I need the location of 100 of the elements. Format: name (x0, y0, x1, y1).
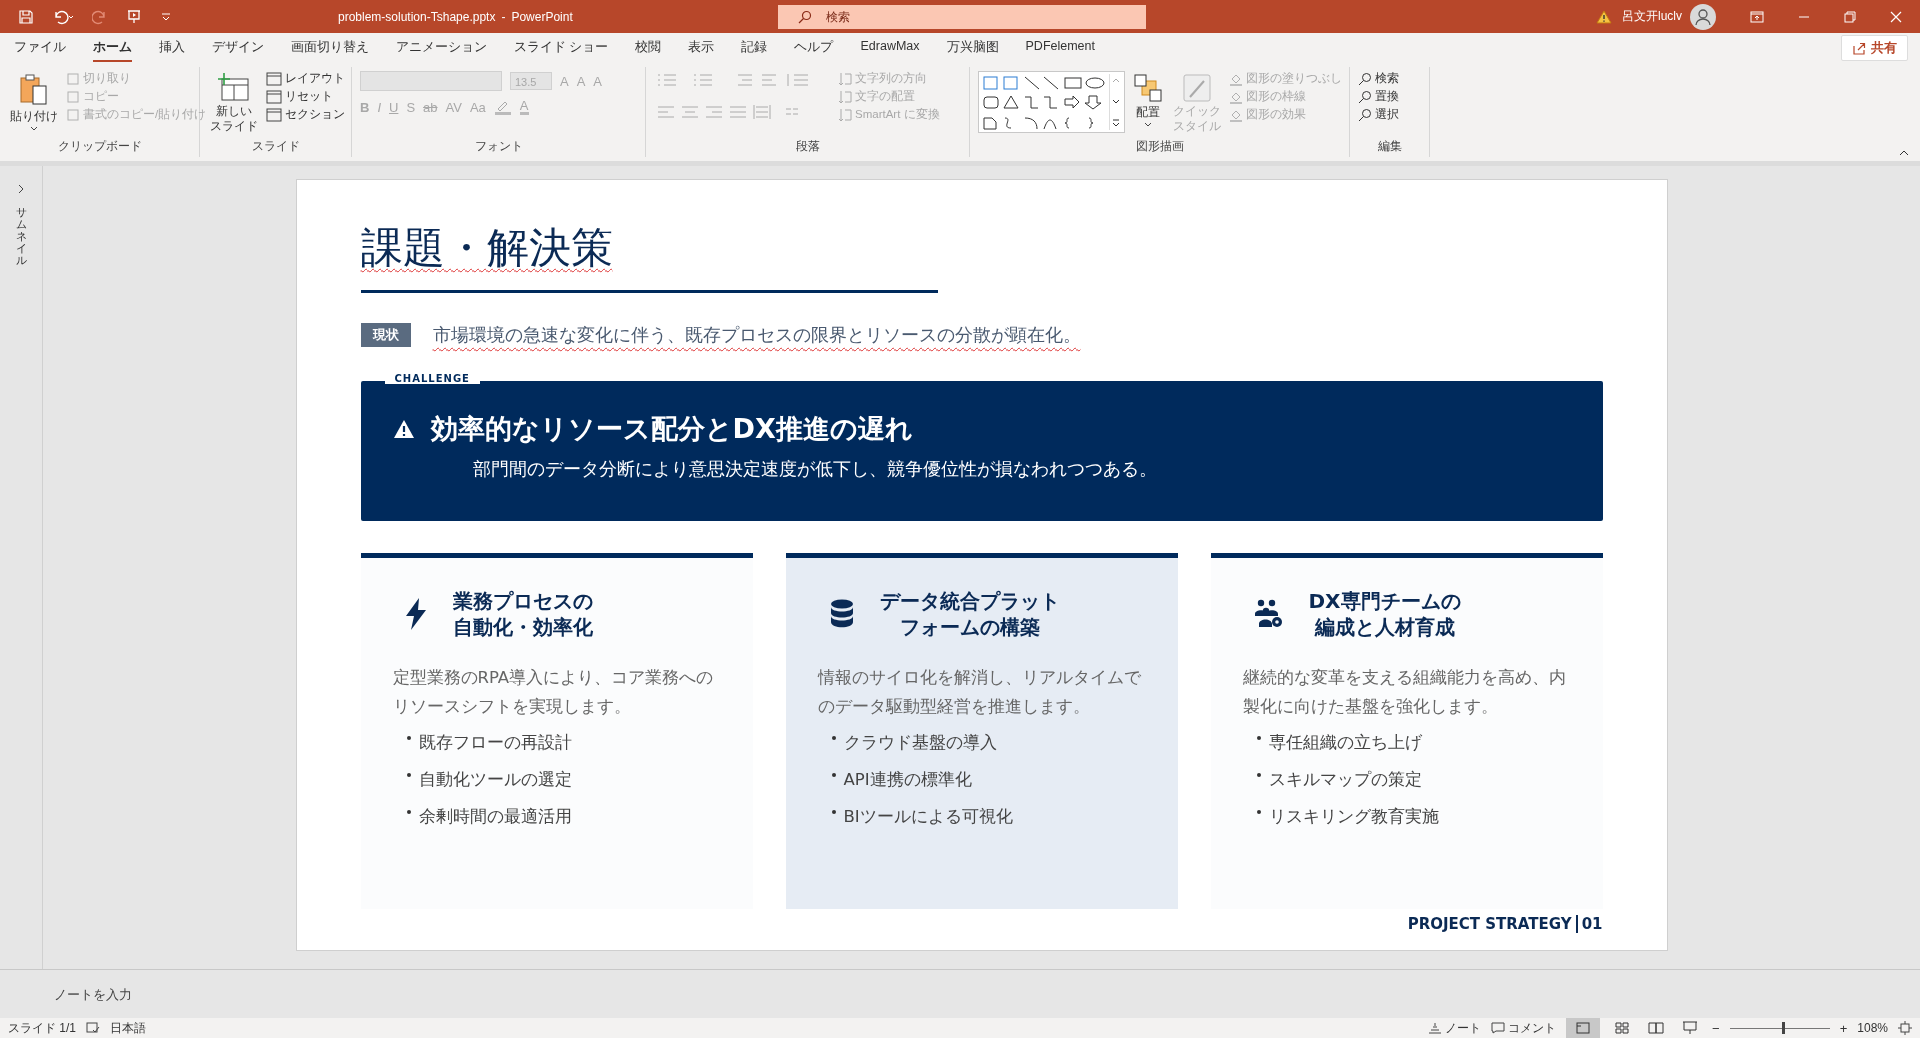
ribbon-tab[interactable]: 万兴脑图 (946, 34, 999, 62)
notes-field[interactable]: ノートを入力 (52, 985, 456, 1003)
ribbon-command[interactable]: 置換 (1358, 89, 1421, 104)
warning-icon (392, 419, 415, 439)
collapse-ribbon-icon[interactable] (1898, 149, 1910, 157)
bullet-text: クラウド基盤の導入 (843, 731, 997, 754)
ribbon-tab[interactable]: 画面切り替え (291, 34, 369, 62)
zoom-in-button[interactable]: + (1839, 1020, 1848, 1036)
group-label: クリップボード (56, 138, 143, 155)
bullet-icon (831, 772, 836, 777)
comment-icon (1491, 1022, 1506, 1034)
group-label: 図形描画 (1134, 138, 1185, 155)
command-icon (66, 71, 80, 86)
challenge-tag: CHALLENGE (384, 373, 480, 384)
customize-icon[interactable] (160, 10, 172, 23)
ribbon-command[interactable]: レイアウト (266, 71, 345, 86)
ribbon-command[interactable]: セクション (266, 107, 345, 122)
status-tag: 現状 (360, 323, 411, 347)
comments-button[interactable]: コメント (1491, 1019, 1557, 1037)
ribbon-tab[interactable]: デザイン (212, 34, 264, 62)
group-label: スライド (250, 138, 301, 155)
text-direction-icon (838, 107, 852, 122)
ribbon-tab[interactable]: 校閲 (635, 34, 662, 62)
avatar-icon[interactable] (1690, 3, 1716, 30)
shape-gallery[interactable] (978, 71, 1125, 133)
bullet-icon (1256, 735, 1261, 740)
zoom-out-button[interactable]: − (1712, 1020, 1720, 1036)
ribbon-tab[interactable]: スライド ショー (514, 34, 609, 62)
ribbon-tab[interactable]: EdrawMax (860, 34, 920, 62)
share-icon (1852, 41, 1866, 55)
thumbnail-label[interactable]: サムネイル (15, 206, 27, 267)
expand-icon[interactable] (17, 184, 25, 194)
bullet-text: 専任組織の立ち上げ (1268, 731, 1422, 754)
search-icon (1358, 107, 1372, 122)
challenge-text: 部門間のデータ分断により意思決定速度が低下し、競争優位性が損なわれつつある。 (472, 457, 1158, 481)
bullet-text: スキルマップの策定 (1268, 768, 1422, 791)
arrange-icon (1133, 73, 1163, 103)
bullet-text: 余剰時間の最適活用 (418, 805, 572, 828)
ribbon-tab[interactable]: 挿入 (159, 34, 185, 62)
search-icon (798, 9, 812, 24)
clipboard-icon (18, 73, 50, 107)
ribbon-display-icon[interactable] (1750, 10, 1764, 23)
ribbon-tab[interactable]: 記録 (741, 34, 768, 62)
bullet-text: BIツールによる可視化 (843, 805, 1013, 828)
page-number: 01 (1581, 915, 1603, 933)
bullet-text: リスキリング教育実施 (1268, 805, 1439, 828)
ribbon-command[interactable]: リセット (266, 89, 345, 104)
arrange-button[interactable]: 配置 (1131, 71, 1165, 138)
ribbon-tab[interactable]: 表示 (688, 34, 715, 62)
database-icon (829, 599, 854, 629)
share-button[interactable]: 共有 (1841, 35, 1908, 61)
caret-icon (30, 126, 38, 132)
text-direction-icon (838, 71, 852, 86)
bullet-icon (406, 735, 411, 740)
bullet-text: API連携の標準化 (843, 768, 972, 791)
restore-icon[interactable] (1844, 10, 1856, 23)
search-field[interactable]: 検索 (778, 4, 1146, 29)
group-label: 段落 (794, 138, 821, 155)
notes-button[interactable]: ノート (1428, 1019, 1482, 1037)
undo-icon[interactable] (52, 8, 74, 25)
bullet-icon (831, 735, 836, 740)
zoom-level[interactable]: 108% (1857, 1021, 1888, 1035)
layout-icon (266, 107, 282, 122)
card-description: 定型業務のRPA導入により、コア業務へのリソースシフトを実現します。 (392, 667, 715, 718)
ribbon-command[interactable]: 検索 (1358, 71, 1421, 86)
team-gear-icon (1254, 599, 1283, 629)
layout-icon (266, 71, 282, 86)
normal-view-icon[interactable] (1566, 1018, 1601, 1038)
ribbon-command[interactable]: 選択 (1358, 107, 1421, 122)
spellcheck-icon[interactable] (86, 1022, 100, 1034)
bullet-icon (406, 772, 411, 777)
card-heading: データ統合プラット フォームの構築 (879, 588, 1060, 640)
slide-title: 課題・解決策 (360, 220, 938, 293)
ribbon-tab[interactable]: ファイル (14, 34, 66, 62)
close-icon[interactable] (1890, 10, 1902, 23)
notes-icon (1428, 1022, 1443, 1034)
zoom-thumb[interactable] (1781, 1022, 1785, 1034)
fit-window-icon[interactable] (1898, 1021, 1912, 1035)
user-name[interactable]: 呂文开luclv (1622, 8, 1682, 25)
language-label[interactable]: 日本語 (110, 1019, 146, 1037)
ribbon-tab[interactable]: PDFelement (1025, 34, 1095, 62)
ribbon-tab[interactable]: ヘルプ (794, 34, 834, 62)
slide-counter: スライド 1/1 (8, 1019, 76, 1037)
presentation-icon[interactable] (126, 8, 142, 25)
footer-label: PROJECT STRATEGY (1407, 915, 1572, 933)
ribbon-tab[interactable]: アニメーション (396, 34, 487, 62)
file-name: problem-solution-Tshape.pptx (338, 9, 496, 24)
paste-button[interactable]: 貼り付け (8, 71, 60, 138)
search-icon (1358, 71, 1372, 86)
command-icon (66, 89, 80, 104)
challenge-title: 効率的なリソース配分とDX推進の遅れ (430, 412, 913, 446)
bullet-icon (406, 809, 411, 814)
save-icon[interactable] (18, 8, 34, 25)
card-description: 情報のサイロ化を解消し、リアルタイムでのデータ駆動型経営を推進します。 (817, 667, 1142, 718)
new-slide-button[interactable]: 新しい スライド (208, 71, 260, 138)
search-icon (1358, 89, 1372, 104)
ribbon-tab[interactable]: ホーム (93, 34, 132, 62)
new-slide-icon (218, 73, 250, 103)
card-heading: 業務プロセスの 自動化・効率化 (452, 588, 593, 640)
text-direction-icon (838, 89, 852, 104)
